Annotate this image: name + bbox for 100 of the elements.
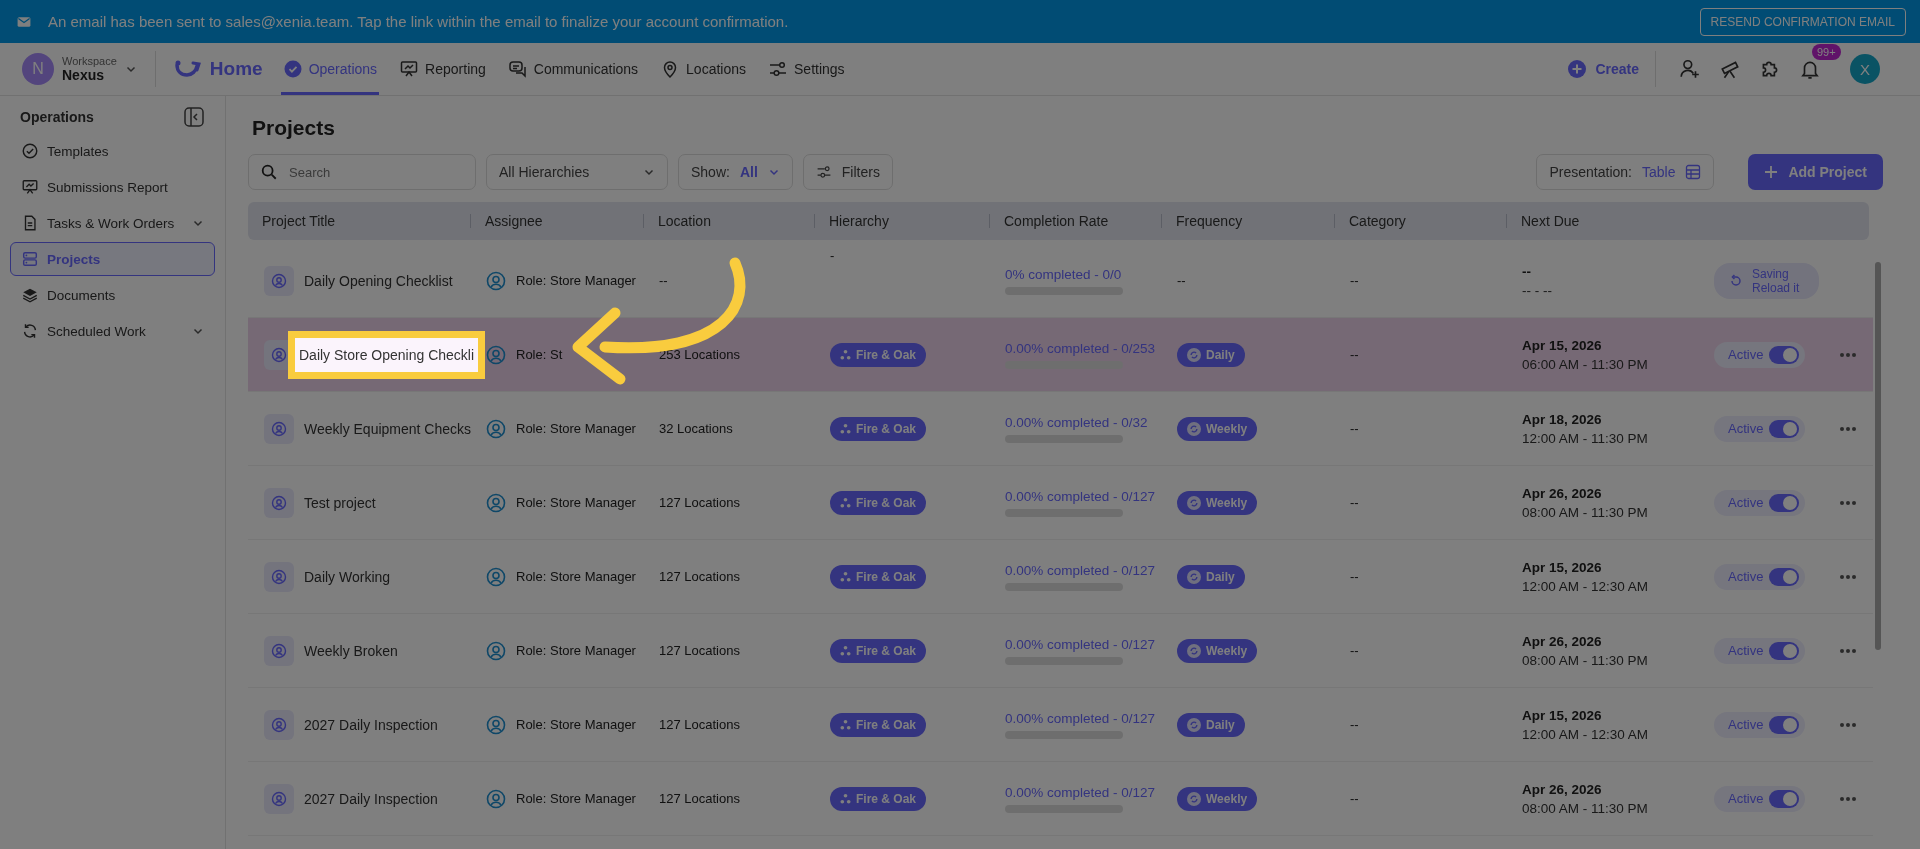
sidebar-item[interactable]: Templates — [10, 134, 215, 168]
category-text: -- — [1350, 717, 1359, 732]
status-toggle[interactable] — [1769, 641, 1800, 660]
column-header[interactable]: Assignee — [470, 214, 643, 228]
column-header[interactable]: Completion Rate — [989, 214, 1161, 228]
project-title[interactable]: Test project — [304, 494, 376, 511]
location-text: 127 Locations — [659, 717, 740, 732]
location-text: 127 Locations — [659, 791, 740, 806]
workspace-name[interactable]: Nexus — [62, 67, 117, 83]
column-header[interactable]: Location — [643, 214, 814, 228]
hierarchy-tag: Fire & Oak — [830, 490, 927, 515]
status-toggle[interactable] — [1769, 715, 1800, 734]
plus-circle-icon — [1567, 59, 1588, 79]
add-project-button[interactable]: Add Project — [1748, 154, 1883, 190]
table-row[interactable]: 2027 Daily Inspection Role: Store Manager 127 Locations Fire & Oak 0.00% completed - 0/127 Weekly -- Apr 26, 2026 08:00 AM - 11:30 PM Active — [248, 762, 1873, 836]
category-text: -- — [1350, 347, 1359, 362]
nav-tab[interactable]: Operations — [280, 43, 380, 95]
completion-link[interactable]: 0.00% completed - 0/127 — [1005, 488, 1156, 504]
frequency-tag: Weekly — [1177, 786, 1258, 811]
status-toggle[interactable] — [1769, 567, 1800, 586]
assignee-text: Role: Store Manager — [516, 569, 636, 584]
user-avatar[interactable]: X — [1850, 54, 1880, 84]
status-toggle[interactable] — [1769, 789, 1800, 808]
due-date: Apr 15, 2026 — [1522, 337, 1602, 353]
table-row[interactable]: Daily Working Role: Store Manager 127 Locations Fire & Oak 0.00% completed - 0/127 Daily -- Apr 15, 2026 12:00 AM - 12:30 AM Active — [248, 540, 1873, 614]
column-header[interactable]: Category — [1334, 214, 1506, 228]
sidebar-item[interactable]: Tasks & Work Orders — [10, 206, 215, 240]
telescope-icon[interactable] — [1719, 58, 1741, 80]
collapse-sidebar-icon[interactable] — [183, 106, 205, 128]
column-header[interactable]: Hierarchy — [814, 214, 989, 228]
more-icon[interactable] — [1839, 351, 1858, 358]
reload-button[interactable]: Saving Reload it — [1714, 262, 1820, 299]
project-title[interactable]: Daily Store Opening Checkli — [288, 330, 486, 379]
frequency-tag: Daily — [1177, 342, 1245, 367]
project-title[interactable]: Weekly Equipment Checks — [304, 420, 472, 437]
sidebar-item[interactable]: Scheduled Work — [10, 314, 215, 348]
status-label: Active — [1728, 717, 1764, 732]
completion-link[interactable]: 0.00% completed - 0/127 — [1005, 784, 1156, 800]
more-icon[interactable] — [1839, 647, 1858, 654]
table-row[interactable]: Weekly Equipment Checks Role: Store Manager 32 Locations Fire & Oak 0.00% completed - 0/32 Weekly -- Apr 18, 2026 12:00 AM - 11:30 PM Active — [248, 392, 1873, 466]
nav-tab[interactable]: Settings — [766, 43, 847, 95]
column-header[interactable]: Next Due — [1506, 214, 1688, 228]
location-text: 127 Locations — [659, 569, 740, 584]
user-icon — [486, 492, 506, 513]
table-row[interactable]: Test project Role: Store Manager 127 Locations Fire & Oak 0.00% completed - 0/127 Weekly -- Apr 26, 2026 08:00 AM - 11:30 PM Active — [248, 466, 1873, 540]
completion-link[interactable]: 0.00% completed - 0/32 — [1005, 414, 1148, 430]
location-text: 127 Locations — [659, 495, 740, 510]
location-text: 127 Locations — [659, 643, 740, 658]
completion-link[interactable]: 0% completed - 0/0 — [1005, 266, 1122, 282]
create-button[interactable]: Create — [1567, 51, 1656, 87]
completion-link[interactable]: 0.00% completed - 0/127 — [1005, 562, 1156, 578]
hierarchy-icon — [840, 497, 851, 508]
sidebar-item[interactable]: Submissions Report — [10, 170, 215, 204]
completion-link[interactable]: 0.00% completed - 0/253 — [1005, 340, 1156, 356]
nav-tab[interactable]: Reporting — [397, 43, 488, 95]
table-row[interactable]: 2027 Daily Inspection Role: Store Manager 127 Locations Fire & Oak 0.00% completed - 0/127 Daily -- Apr 15, 2026 12:00 AM - 12:30 AM Active — [248, 688, 1873, 762]
column-header[interactable]: Frequency — [1161, 214, 1334, 228]
home-link[interactable]: Home — [173, 58, 263, 80]
sidebar-item[interactable]: Projects — [10, 242, 215, 276]
banner-message: An email has been sent to sales@xenia.team. Tap the link within the email to finalize your account confirmation. — [48, 13, 790, 30]
more-icon[interactable] — [1839, 573, 1858, 580]
scrollbar-thumb[interactable] — [1875, 262, 1881, 650]
sidebar-item[interactable]: Documents — [10, 278, 215, 312]
status-toggle[interactable] — [1769, 493, 1800, 512]
frequency-tag: Daily — [1177, 712, 1245, 737]
check-circle-icon — [282, 59, 303, 79]
status-label: Active — [1728, 643, 1764, 658]
status-label: Active — [1728, 569, 1764, 584]
status-toggle[interactable] — [1769, 345, 1800, 364]
more-icon[interactable] — [1839, 499, 1858, 506]
project-title[interactable]: Weekly Broken — [304, 642, 398, 659]
project-title[interactable]: Daily Opening Checklist — [304, 272, 453, 289]
add-user-icon[interactable] — [1679, 58, 1701, 80]
user-icon — [486, 344, 506, 365]
resend-button[interactable]: RESEND CONFIRMATION EMAIL — [1699, 7, 1906, 36]
table-row[interactable]: Weekly Broken Role: Store Manager 127 Locations Fire & Oak 0.00% completed - 0/127 Weekly -- Apr 26, 2026 08:00 AM - 11:30 PM Active — [248, 614, 1873, 688]
column-header[interactable]: Project Title — [248, 214, 470, 228]
project-icon — [264, 561, 294, 592]
nav-tab[interactable]: Locations — [658, 43, 748, 95]
status-toggle[interactable] — [1769, 419, 1800, 438]
filters-button[interactable]: Filters — [802, 154, 893, 190]
completion-link[interactable]: 0.00% completed - 0/127 — [1005, 636, 1156, 652]
repeat-icon — [1187, 791, 1201, 806]
project-title[interactable]: 2027 Daily Inspection — [304, 790, 438, 807]
hierarchy-icon — [840, 719, 851, 730]
more-icon[interactable] — [1839, 795, 1858, 802]
project-title[interactable]: 2027 Daily Inspection — [304, 716, 438, 733]
hierarchy-dropdown[interactable]: All Hierarchies — [486, 154, 668, 190]
table-row[interactable]: Daily Store Opening Checkli Role: St 253 Locations Fire & Oak 0.00% completed - 0/253 Daily -- Apr 15, 2026 06:00 AM - 11:30 PM Active — [248, 318, 1873, 392]
nav-tab[interactable]: Communications — [505, 43, 641, 95]
completion-link[interactable]: 0.00% completed - 0/127 — [1005, 710, 1156, 726]
more-icon[interactable] — [1839, 425, 1858, 432]
table-cell: -- — [1177, 273, 1186, 288]
more-icon[interactable] — [1839, 721, 1858, 728]
search-field[interactable]: Search — [248, 154, 476, 190]
assignee-text: Role: Store Manager — [516, 495, 636, 510]
plus-icon — [1764, 165, 1779, 179]
project-title[interactable]: Daily Working — [304, 568, 391, 585]
show-dropdown[interactable]: Show: All — [678, 154, 793, 190]
presentation-dropdown[interactable]: Presentation: Table — [1536, 154, 1715, 190]
